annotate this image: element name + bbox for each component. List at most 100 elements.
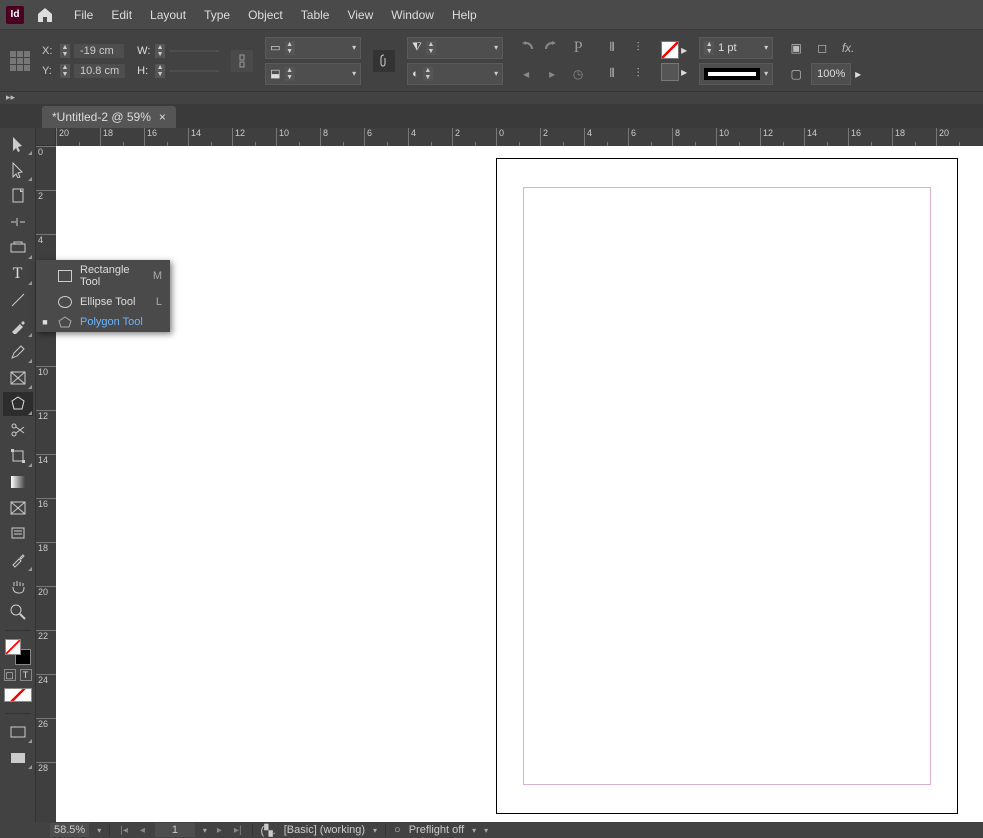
fill-dropdown-icon[interactable]: ▸ — [681, 43, 687, 57]
stroke-dropdown-icon[interactable]: ▸ — [681, 65, 687, 79]
pencil-tool[interactable] — [3, 340, 33, 364]
menu-layout[interactable]: Layout — [150, 8, 186, 22]
panel-expand-handle[interactable]: ▸▸ — [0, 92, 983, 104]
document-tab[interactable]: *Untitled-2 @ 59% × — [42, 106, 176, 128]
opacity-value[interactable]: 100% — [811, 63, 851, 85]
align-4-icon[interactable]: ⫶ — [627, 63, 649, 85]
ruler-origin[interactable] — [36, 128, 56, 146]
container-icon[interactable]: ▢ — [785, 63, 807, 85]
h-spinner[interactable]: ▲▼ — [155, 64, 165, 78]
next-icon[interactable]: ▸ — [541, 63, 563, 85]
gap-tool[interactable] — [3, 210, 33, 234]
preflight-dropdown-icon[interactable]: ▾ — [472, 826, 476, 835]
y-value[interactable]: 10.8 cm — [74, 64, 125, 78]
zoom-tool[interactable] — [3, 600, 33, 624]
scissors-tool[interactable] — [3, 418, 33, 442]
w-spinner[interactable]: ▲▼ — [155, 44, 165, 58]
fill-swatch[interactable] — [661, 41, 679, 59]
view-mode[interactable] — [3, 720, 33, 744]
fitting-v-combo[interactable]: ⬓ ▲▼ ▾ — [265, 63, 361, 85]
container-text-toggle[interactable]: ▢ T — [2, 669, 34, 681]
clock-icon[interactable]: ◷ — [567, 63, 589, 85]
y-spinner[interactable]: ▲▼ — [60, 64, 70, 78]
flyout-rectangle-tool[interactable]: Rectangle Tool M — [36, 260, 170, 292]
eyedropper-tool[interactable] — [3, 548, 33, 572]
zoom-field[interactable]: 58.5% — [50, 823, 89, 837]
menu-view[interactable]: View — [347, 8, 373, 22]
hand-tool[interactable] — [3, 574, 33, 598]
close-icon[interactable]: × — [159, 110, 166, 124]
menu-edit[interactable]: Edit — [111, 8, 132, 22]
undo-icon[interactable] — [515, 37, 537, 59]
fitting-h-combo[interactable]: ▭ ▲▼ ▾ — [265, 37, 361, 59]
selection-tool[interactable] — [3, 132, 33, 156]
stroke-swatch[interactable] — [661, 63, 679, 81]
gradient-swatch-tool[interactable] — [3, 470, 33, 494]
redo-icon[interactable] — [541, 37, 563, 59]
shear-combo[interactable]: ⧨ ▲▼ ▾ — [407, 37, 503, 59]
menu-file[interactable]: File — [74, 8, 93, 22]
menu-object[interactable]: Object — [248, 8, 283, 22]
home-icon[interactable] — [36, 7, 54, 23]
preflight-status[interactable]: Preflight off — [409, 824, 464, 836]
note-tool[interactable] — [3, 522, 33, 546]
page-field[interactable]: 1 — [155, 823, 195, 837]
canvas[interactable]: 20 18 16 14 12 10 8 6 4 2 0 2 4 6 8 10 1… — [36, 128, 983, 822]
direct-selection-tool[interactable] — [3, 158, 33, 182]
align-2-icon[interactable]: ⫶ — [627, 37, 649, 59]
ruler-horizontal[interactable]: 20 18 16 14 12 10 8 6 4 2 0 2 4 6 8 10 1… — [56, 128, 983, 146]
page-dropdown-icon[interactable]: ▾ — [203, 826, 207, 835]
rotate-combo[interactable]: ◐ ▲▼ ▾ — [407, 63, 503, 85]
transform-tool[interactable] — [3, 444, 33, 468]
line-tool[interactable] — [3, 288, 33, 312]
open-bracket-icon[interactable]: (▚. — [261, 824, 276, 837]
x-spinner[interactable]: ▲▼ — [60, 44, 70, 58]
style-status[interactable]: [Basic] (working) — [284, 824, 365, 836]
stroke-weight-combo[interactable]: ▲▼ 1 pt ▾ — [699, 37, 773, 59]
flyout-polygon-tool[interactable]: ■ Polygon Tool — [36, 312, 170, 332]
ruler-vertical[interactable]: 0 2 4 6 8 10 12 14 16 18 20 22 24 26 28 — [36, 146, 56, 822]
fill-stroke-swatches[interactable] — [3, 637, 33, 667]
attachment-icon[interactable] — [373, 50, 395, 72]
fill-color-swatch[interactable] — [5, 639, 21, 655]
prev-page-icon[interactable]: ◂ — [138, 825, 147, 836]
stroke-style-combo[interactable]: ▾ — [699, 63, 773, 85]
content-collector-tool[interactable] — [3, 236, 33, 260]
style-dropdown-icon[interactable]: ▾ — [373, 826, 377, 835]
pasteboard[interactable] — [56, 146, 983, 822]
menu-help[interactable]: Help — [452, 8, 477, 22]
last-page-icon[interactable]: ▸| — [232, 825, 244, 836]
opacity-dropdown-icon[interactable]: ▸ — [855, 67, 861, 81]
fx-icon[interactable]: fx. — [837, 37, 859, 59]
zoom-dropdown-icon[interactable]: ▾ — [97, 826, 101, 835]
container-toggle-icon[interactable]: ▢ — [4, 669, 16, 681]
align-1-icon[interactable]: ⫴ — [601, 37, 623, 59]
page[interactable] — [496, 158, 958, 814]
type-tool[interactable]: T — [3, 262, 33, 286]
apply-none[interactable] — [3, 683, 33, 707]
constrain-link-icon[interactable] — [231, 50, 253, 72]
p-icon[interactable]: P — [567, 37, 589, 59]
status-menu-icon[interactable]: ▾ — [484, 826, 488, 835]
crop-icon[interactable]: ▣ — [785, 37, 807, 59]
menu-window[interactable]: Window — [391, 8, 434, 22]
first-page-icon[interactable]: |◂ — [118, 825, 130, 836]
screen-mode[interactable] — [3, 746, 33, 770]
x-value[interactable]: -19 cm — [74, 44, 124, 58]
w-value[interactable] — [169, 50, 219, 52]
flyout-ellipse-tool[interactable]: Ellipse Tool L — [36, 292, 170, 312]
shape-tool[interactable] — [3, 392, 33, 416]
fit-icon[interactable]: ◻ — [811, 37, 833, 59]
pen-tool[interactable] — [3, 314, 33, 338]
h-value[interactable] — [169, 70, 219, 72]
reference-point-grid[interactable] — [10, 51, 30, 71]
page-tool[interactable] — [3, 184, 33, 208]
gradient-feather-tool[interactable] — [3, 496, 33, 520]
rectangle-frame-tool[interactable] — [3, 366, 33, 390]
prev-icon[interactable]: ◂ — [515, 63, 537, 85]
next-page-icon[interactable]: ▸ — [215, 825, 224, 836]
menu-table[interactable]: Table — [301, 8, 330, 22]
text-toggle-icon[interactable]: T — [20, 669, 32, 681]
align-3-icon[interactable]: ⫴ — [601, 63, 623, 85]
menu-type[interactable]: Type — [204, 8, 230, 22]
